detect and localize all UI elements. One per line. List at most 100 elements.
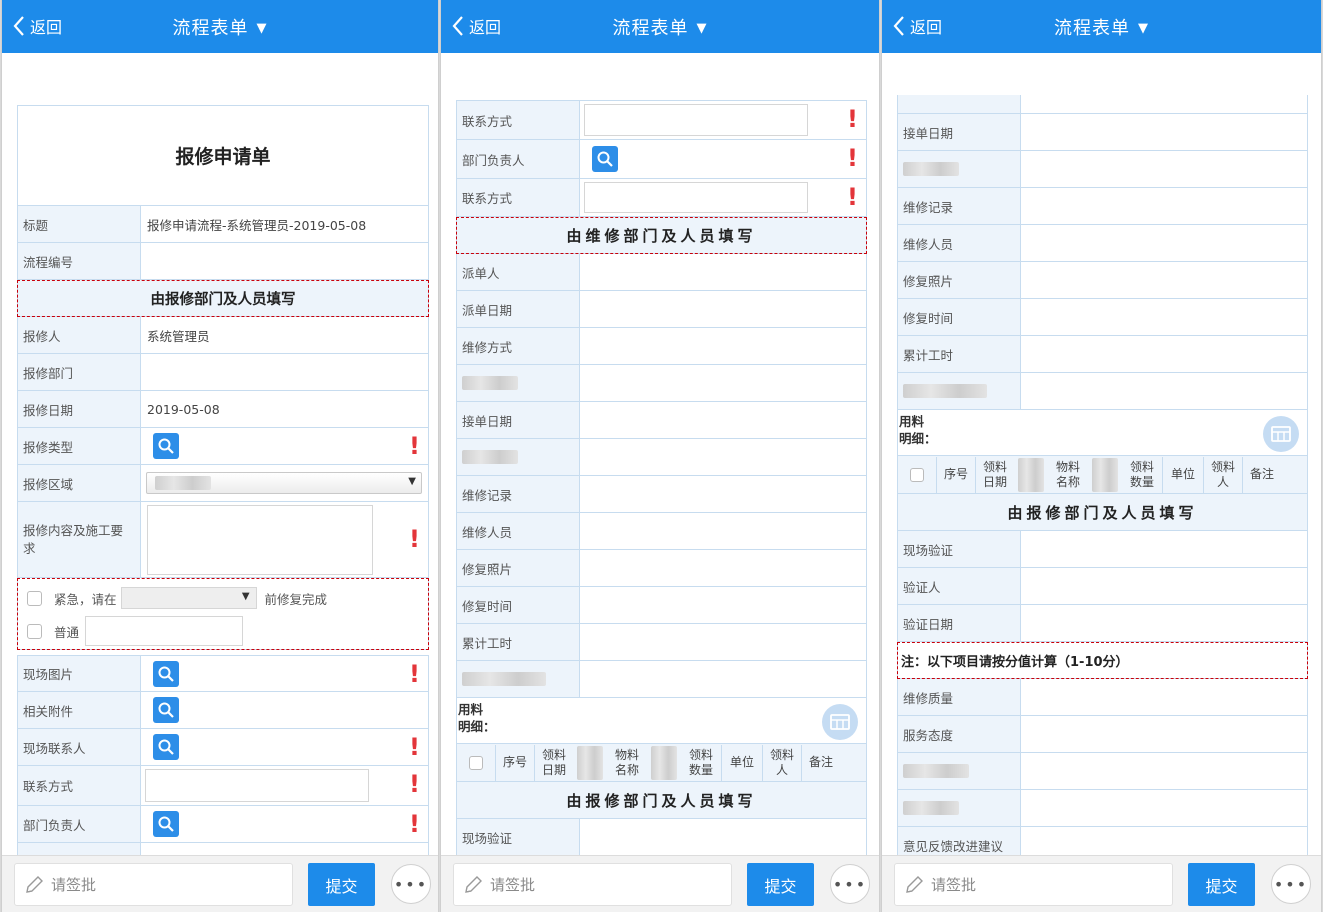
material-label-2: 明细：	[899, 431, 937, 446]
add-row-button[interactable]	[1263, 416, 1299, 452]
form-table: 报修申请单 标题 报修申请流程-系统管理员-2019-05-08 流程编号 由报修…	[17, 105, 429, 855]
field-label: 报修日期	[18, 391, 141, 427]
search-button[interactable]	[153, 811, 179, 837]
form-title: 报修申请单	[17, 105, 429, 206]
page-title[interactable]: 流程表单 ▼	[2, 14, 438, 40]
field-label: 累计工时	[457, 624, 580, 660]
field-label: 部门负责人	[457, 140, 580, 178]
more-options-icon[interactable]: •••	[391, 864, 431, 904]
select-all-checkbox[interactable]	[469, 755, 483, 770]
search-button[interactable]	[153, 734, 179, 760]
normal-checkbox[interactable]	[27, 623, 42, 639]
field-label: 联系方式	[457, 179, 580, 216]
title-value: 报修申请流程-系统管理员-2019-05-08	[147, 217, 367, 233]
sign-input[interactable]: 请签批	[453, 863, 732, 906]
page-title-text: 流程表单	[612, 18, 689, 39]
required-mark-icon: !	[409, 733, 420, 761]
normal-label: 普通	[54, 624, 80, 640]
col-no: 序号	[943, 467, 968, 481]
col-date: 领料 日期	[535, 748, 573, 778]
search-icon	[158, 666, 174, 682]
add-row-button[interactable]	[822, 704, 858, 740]
field-label: 派单日期	[457, 291, 580, 327]
col-date-line1: 领料	[541, 747, 566, 762]
urgent-checkbox[interactable]	[27, 590, 42, 606]
content-textarea[interactable]	[147, 505, 373, 575]
col-qty: 领料 数量	[681, 748, 721, 778]
phone-input[interactable]	[584, 104, 808, 136]
field-label: 报修类型	[18, 428, 141, 464]
required-mark-icon: !	[847, 144, 858, 172]
urgent-after-label: 前修复完成	[264, 591, 328, 607]
col-person: 领料人	[763, 748, 801, 778]
field-label: 修复时间	[898, 299, 1021, 335]
pencil-icon	[906, 875, 923, 893]
col-person-line1: 领料	[1210, 459, 1235, 474]
phone-screen-2: 返回 流程表单 ▼ 联系方式! 部门负责人! 联系方式! 由维修部门及人员填写 派…	[440, 0, 880, 912]
area-select[interactable]: ▼	[146, 472, 422, 494]
col-note: 备注	[808, 755, 833, 769]
col-qty-line2: 数量	[688, 762, 713, 777]
section-header-verify: 由报修部门及人员填写	[897, 494, 1308, 531]
material-table-header: 序号 领料 日期 物料 名称 领料 数量 单位 领料人 备注	[897, 456, 1308, 494]
search-button[interactable]	[153, 433, 179, 459]
normal-input[interactable]	[85, 616, 244, 646]
submit-button[interactable]: 提交	[308, 863, 375, 906]
page-title[interactable]: 流程表单 ▼	[441, 14, 879, 40]
field-label: 现场图片	[18, 656, 141, 691]
scoring-note: 注：以下项目请按分值计算（1-10分）	[897, 642, 1308, 679]
phone-screen-1: 返回 流程表单 ▼ 报修申请单 标题 报修申请流程-系统管理员-2019-05-08…	[1, 0, 439, 912]
page-title[interactable]: 流程表单 ▼	[882, 14, 1321, 40]
field-label: 修复照片	[898, 262, 1021, 298]
col-qty-line1: 领料	[688, 747, 713, 762]
field-label: 验证日期	[898, 605, 1021, 641]
field-label: 相关附件	[18, 692, 141, 728]
screens: 返回 流程表单 ▼ 报修申请单 标题 报修申请流程-系统管理员-2019-05-08…	[0, 0, 1323, 912]
sign-input[interactable]: 请签批	[14, 863, 293, 906]
submit-button[interactable]: 提交	[747, 863, 814, 906]
col-date-line2: 日期	[541, 762, 566, 777]
form-content[interactable]: 接单日期 维修记录 维修人员 修复照片 修复时间 累计工时 用料 明细： 序号 领…	[882, 53, 1321, 855]
form-content[interactable]: 报修申请单 标题 报修申请流程-系统管理员-2019-05-08 流程编号 由报修…	[2, 53, 438, 855]
phone-input[interactable]	[145, 769, 369, 802]
blurred-label	[462, 376, 518, 390]
field-label: 维修方式	[457, 328, 580, 364]
section-header-verify: 由报修部门及人员填写	[456, 782, 867, 819]
blurred-value	[155, 476, 211, 490]
field-label: 报修内容及施工要求	[18, 502, 141, 577]
phone-input[interactable]	[584, 182, 808, 213]
required-mark-icon: !	[847, 183, 858, 211]
material-table-header: 序号 领料 日期 物料 名称 领料 数量 单位 领料人 备注	[456, 744, 867, 782]
material-detail-header: 用料 明细：	[456, 698, 867, 744]
field-label: 维修记录	[457, 476, 580, 512]
col-name: 物料 名称	[607, 748, 647, 778]
submit-button[interactable]: 提交	[1188, 863, 1255, 906]
search-button[interactable]	[153, 660, 179, 687]
select-all-checkbox[interactable]	[910, 467, 924, 482]
material-label: 用料	[899, 414, 925, 429]
chevron-down-icon: ▼	[1138, 21, 1149, 36]
sign-input[interactable]: 请签批	[894, 863, 1173, 906]
col-unit: 单位	[729, 755, 754, 769]
form-content[interactable]: 联系方式! 部门负责人! 联系方式! 由维修部门及人员填写 派单人 派单日期 维…	[441, 53, 879, 855]
priority-group: 紧急，请在 ▼ 前修复完成 普通	[17, 578, 429, 650]
urgent-date-select[interactable]: ▼	[120, 587, 257, 609]
more-options-icon[interactable]: •••	[830, 864, 870, 904]
search-button[interactable]	[592, 146, 618, 172]
field-label: 报修区域	[18, 465, 141, 501]
top-bar: 返回 流程表单 ▼	[882, 0, 1321, 53]
top-bar: 返回 流程表单 ▼	[441, 0, 879, 53]
col-date-line2: 日期	[982, 474, 1007, 489]
sign-placeholder: 请签批	[51, 876, 97, 894]
footer-bar: 请签批 提交 •••	[882, 855, 1321, 912]
search-icon	[158, 702, 174, 718]
field-label: 意见反馈改进建议	[898, 827, 1021, 855]
more-options-icon[interactable]: •••	[1271, 864, 1311, 904]
search-button[interactable]	[153, 697, 179, 723]
field-label: 标题	[18, 206, 141, 242]
col-name-line2: 名称	[614, 762, 639, 777]
chevron-down-icon: ▼	[241, 591, 250, 602]
top-bar: 返回 流程表单 ▼	[2, 0, 438, 53]
blurred-cell	[1018, 457, 1044, 492]
field-label: 现场验证	[457, 819, 580, 855]
